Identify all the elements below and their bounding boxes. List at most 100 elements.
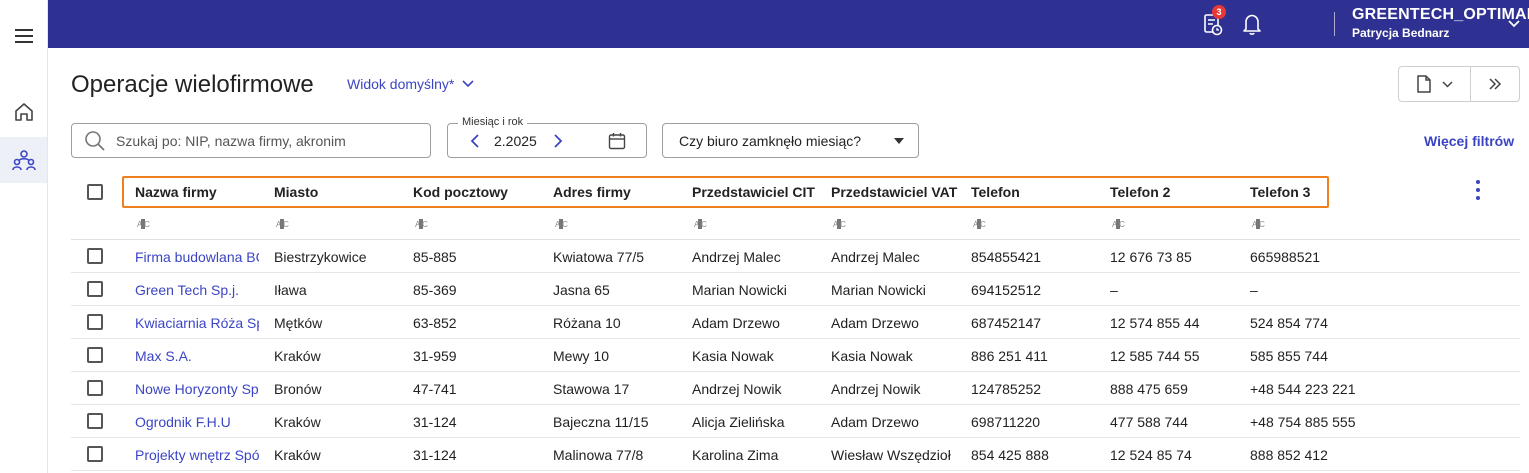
column-options-icon[interactable] bbox=[1476, 180, 1482, 204]
company-switcher[interactable]: GREENTECH_OPTIMAPROD Patrycja Bednarz bbox=[1352, 5, 1529, 41]
table-cell: Stawowa 17 bbox=[553, 381, 630, 397]
table-cell: Kasia Nowak bbox=[831, 348, 913, 364]
chevron-right-icon[interactable] bbox=[553, 133, 563, 148]
table-cell: Adam Drzewo bbox=[831, 315, 919, 331]
view-label: Widok domyślny* bbox=[347, 76, 455, 92]
text-filter-icon[interactable]: AC bbox=[137, 219, 150, 229]
month-year-picker[interactable]: Miesiąc i rok 2.2025 bbox=[447, 116, 647, 158]
text-filter-icon[interactable]: AC bbox=[555, 219, 568, 229]
expand-panel-button[interactable] bbox=[1471, 67, 1519, 101]
row-checkbox[interactable] bbox=[87, 314, 103, 330]
notification-badge: 3 bbox=[1212, 5, 1226, 19]
table-cell: Kraków bbox=[274, 414, 321, 430]
top-bar: 3 GREENTECH_OPTIMAPROD Patrycja Bednarz bbox=[48, 0, 1529, 48]
text-filter-icon[interactable]: AC bbox=[694, 219, 707, 229]
table-row[interactable]: Ogrodnik F.H.U Kraków 31-124 Bajeczna 11/15… bbox=[71, 405, 1520, 438]
export-button[interactable] bbox=[1399, 67, 1472, 101]
chevron-left-icon[interactable] bbox=[470, 133, 480, 148]
left-rail bbox=[0, 0, 48, 473]
table-cell: 665988521 bbox=[1250, 249, 1321, 265]
select-all-checkbox[interactable] bbox=[87, 184, 103, 200]
home-icon[interactable] bbox=[0, 95, 47, 129]
company-name-link[interactable]: Firma budowlana BC bbox=[135, 249, 259, 265]
table-cell: Alicja Zielińska bbox=[692, 414, 785, 430]
table-row[interactable]: Firma budowlana BC Biestrzykowice 85-885 Kw… bbox=[71, 240, 1520, 273]
table-cell: Adam Drzewo bbox=[692, 315, 780, 331]
search-input[interactable]: Szukaj po: NIP, nazwa firmy, akronim bbox=[71, 123, 431, 158]
table-cell: Karolina Zima bbox=[692, 447, 779, 463]
header-highlight-frame bbox=[122, 176, 1329, 208]
table-cell: Bajeczna 11/15 bbox=[553, 414, 649, 430]
search-icon bbox=[85, 130, 105, 151]
people-icon[interactable] bbox=[0, 137, 47, 183]
company-name-link[interactable]: Green Tech Sp.j. bbox=[135, 282, 259, 298]
topbar-divider bbox=[1334, 12, 1335, 36]
company-name-link[interactable]: Nowe Horyzonty Sp bbox=[135, 381, 259, 397]
more-filters-link[interactable]: Więcej filtrów bbox=[1424, 133, 1514, 149]
table-body: Firma budowlana BC Biestrzykowice 85-885 Kw… bbox=[71, 240, 1520, 471]
table-row[interactable]: Green Tech Sp.j. Iława 85-369 Jasna 65 Maria… bbox=[71, 273, 1520, 306]
row-checkbox[interactable] bbox=[87, 380, 103, 396]
table-cell: 47-741 bbox=[413, 381, 457, 397]
page-title: Operacje wielofirmowe bbox=[71, 71, 314, 98]
document-icon bbox=[1417, 75, 1431, 93]
company-name-link[interactable]: Max S.A. bbox=[135, 348, 259, 364]
row-checkbox[interactable] bbox=[87, 248, 103, 264]
table-cell: Kraków bbox=[274, 447, 321, 463]
month-controls: 2.2025 bbox=[470, 124, 563, 157]
company-name-link[interactable]: Ogrodnik F.H.U bbox=[135, 414, 259, 430]
table-row[interactable]: Projekty wnętrz Spó Kraków 31-124 Malinowa … bbox=[71, 438, 1520, 471]
table-cell: 12 676 73 85 bbox=[1110, 249, 1192, 265]
table-cell: 12 585 744 55 bbox=[1110, 348, 1200, 364]
bell-icon[interactable] bbox=[1238, 0, 1266, 48]
table-cell: Iława bbox=[274, 282, 307, 298]
table-cell: 694152512 bbox=[971, 282, 1042, 298]
table-header-row: Nazwa firmy Miasto Kod pocztowy Adres fi… bbox=[71, 174, 1520, 210]
chevron-down-icon bbox=[462, 80, 474, 88]
table-cell: Andrzej Malec bbox=[692, 249, 781, 265]
table-cell: – bbox=[1250, 282, 1258, 298]
table-cell: Biestrzykowice bbox=[274, 249, 367, 265]
table-cell: Andrzej Malec bbox=[831, 249, 920, 265]
calendar-icon[interactable] bbox=[608, 132, 626, 150]
table-cell: +48 754 885 555 bbox=[1250, 414, 1356, 430]
table-cell: 888 852 412 bbox=[1250, 447, 1328, 463]
table-cell: Jasna 65 bbox=[553, 282, 610, 298]
text-filter-icon[interactable]: AC bbox=[276, 219, 289, 229]
table-row[interactable]: Nowe Horyzonty Sp Bronów 47-741 Stawowa 17 A… bbox=[71, 372, 1520, 405]
chevron-down-icon bbox=[1442, 80, 1453, 88]
table-row[interactable]: Kwiaciarnia Róża Sp Mętków 63-852 Różana 10… bbox=[71, 306, 1520, 339]
table-cell: 687452147 bbox=[971, 315, 1042, 331]
text-filter-icon[interactable]: AC bbox=[833, 219, 846, 229]
row-checkbox[interactable] bbox=[87, 446, 103, 462]
view-selector[interactable]: Widok domyślny* bbox=[347, 76, 474, 92]
month-closed-select[interactable]: Czy biuro zamknęło miesiąc? bbox=[662, 123, 919, 158]
toolbar-button-group bbox=[1398, 66, 1520, 102]
table-cell: Andrzej Nowik bbox=[692, 381, 782, 397]
table-cell: 124785252 bbox=[971, 381, 1042, 397]
user-name: Patrycja Bednarz bbox=[1352, 26, 1450, 40]
table-cell: Mętków bbox=[274, 315, 323, 331]
table-row[interactable]: Max S.A. Kraków 31-959 Mewy 10 Kasia Nowak Ka… bbox=[71, 339, 1520, 372]
table-cell: 698711220 bbox=[971, 414, 1041, 430]
row-checkbox[interactable] bbox=[87, 347, 103, 363]
table-cell: +48 544 223 221 bbox=[1250, 381, 1356, 397]
menu-icon[interactable] bbox=[0, 24, 47, 48]
chevron-down-icon[interactable] bbox=[1504, 0, 1524, 48]
company-name-link[interactable]: Projekty wnętrz Spó bbox=[135, 447, 259, 463]
text-filter-icon[interactable]: AC bbox=[973, 219, 986, 229]
table-cell: 63-852 bbox=[413, 315, 457, 331]
month-closed-value: Czy biuro zamknęło miesiąc? bbox=[679, 132, 862, 149]
row-checkbox[interactable] bbox=[87, 413, 103, 429]
table-cell: Różana 10 bbox=[553, 315, 621, 331]
table-cell: 31-124 bbox=[413, 447, 457, 463]
text-filter-icon[interactable]: AC bbox=[1112, 219, 1125, 229]
text-filter-icon[interactable]: AC bbox=[415, 219, 428, 229]
row-checkbox[interactable] bbox=[87, 281, 103, 297]
tasks-icon[interactable]: 3 bbox=[1198, 0, 1228, 48]
company-name-link[interactable]: Kwiaciarnia Róża Sp bbox=[135, 315, 259, 331]
dropdown-caret-icon bbox=[894, 138, 904, 144]
text-filter-icon[interactable]: AC bbox=[1252, 219, 1265, 229]
table-cell: 31-124 bbox=[413, 414, 457, 430]
double-chevron-right-icon bbox=[1489, 78, 1502, 90]
